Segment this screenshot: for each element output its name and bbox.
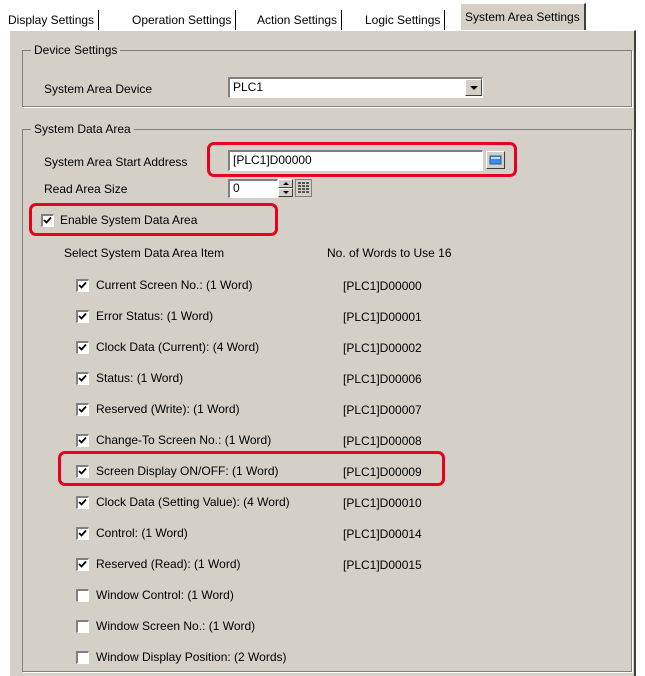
item-label[interactable]: Window Display Position: (2 Words) bbox=[96, 650, 287, 664]
tab-display-settings[interactable]: Display Settings bbox=[4, 10, 100, 30]
item-label[interactable]: Change-To Screen No.: (1 Word) bbox=[96, 433, 271, 447]
item-address: [PLC1]D00009 bbox=[343, 465, 422, 479]
item-address: [PLC1]D00015 bbox=[343, 558, 422, 572]
item-label[interactable]: Window Screen No.: (1 Word) bbox=[96, 619, 255, 633]
item-checkbox[interactable] bbox=[76, 496, 89, 509]
item-checkbox[interactable] bbox=[76, 589, 89, 602]
item-checkbox[interactable] bbox=[76, 372, 89, 385]
tab-action-settings[interactable]: Action Settings bbox=[253, 10, 343, 30]
spin-up-icon[interactable] bbox=[278, 179, 293, 188]
system-area-device-label: System Area Device bbox=[44, 82, 153, 96]
item-address: [PLC1]D00014 bbox=[343, 527, 422, 541]
tab-operation-settings[interactable]: Operation Settings bbox=[128, 10, 237, 30]
item-label[interactable]: Reserved (Write): (1 Word) bbox=[96, 402, 240, 416]
enable-system-data-area-label[interactable]: Enable System Data Area bbox=[60, 212, 197, 228]
item-checkbox[interactable] bbox=[76, 434, 89, 447]
read-area-size-spinner[interactable] bbox=[278, 179, 293, 198]
item-checkbox[interactable] bbox=[76, 465, 89, 478]
item-address: [PLC1]D00007 bbox=[343, 403, 422, 417]
item-checkbox[interactable] bbox=[76, 651, 89, 664]
tab-bar: Display Settings Operation Settings Acti… bbox=[0, 0, 645, 30]
item-checkbox[interactable] bbox=[76, 403, 89, 416]
item-address: [PLC1]D00006 bbox=[343, 372, 422, 386]
item-address: [PLC1]D00001 bbox=[343, 310, 422, 324]
item-checkbox[interactable] bbox=[76, 279, 89, 292]
system-data-area-title: System Data Area bbox=[31, 122, 134, 136]
item-address: [PLC1]D00008 bbox=[343, 434, 422, 448]
enable-system-data-area-checkbox[interactable] bbox=[41, 214, 54, 227]
item-label[interactable]: Window Control: (1 Word) bbox=[96, 588, 234, 602]
settings-panel: Device Settings System Area Device PLC1 … bbox=[9, 30, 636, 676]
system-area-device-select[interactable]: PLC1 bbox=[228, 77, 483, 98]
item-label[interactable]: Screen Display ON/OFF: (1 Word) bbox=[96, 464, 278, 478]
select-item-header: Select System Data Area Item bbox=[64, 246, 225, 260]
item-address: [PLC1]D00002 bbox=[343, 341, 422, 355]
item-address: [PLC1]D00010 bbox=[343, 496, 422, 510]
item-label[interactable]: Status: (1 Word) bbox=[96, 371, 183, 385]
start-address-label: System Area Start Address bbox=[44, 155, 188, 169]
item-label[interactable]: Reserved (Read): (1 Word) bbox=[96, 557, 241, 571]
spin-down-icon[interactable] bbox=[278, 188, 293, 197]
item-address: [PLC1]D00000 bbox=[343, 279, 422, 293]
chevron-down-icon[interactable] bbox=[465, 79, 482, 96]
system-area-device-value: PLC1 bbox=[233, 80, 264, 94]
item-label[interactable]: Current Screen No.: (1 Word) bbox=[96, 278, 253, 292]
read-area-size-input[interactable]: 0 bbox=[228, 179, 278, 198]
item-checkbox[interactable] bbox=[76, 341, 89, 354]
words-to-use-header: No. of Words to Use 16 bbox=[327, 246, 452, 260]
calculator-icon[interactable] bbox=[295, 179, 312, 197]
tab-logic-settings[interactable]: Logic Settings bbox=[361, 10, 446, 30]
item-checkbox[interactable] bbox=[76, 558, 89, 571]
tab-system-area-settings[interactable]: System Area Settings bbox=[460, 3, 586, 30]
start-address-input[interactable]: [PLC1]D00000 bbox=[228, 150, 483, 171]
item-label[interactable]: Clock Data (Current): (4 Word) bbox=[96, 340, 259, 354]
item-label[interactable]: Clock Data (Setting Value): (4 Word) bbox=[96, 495, 290, 509]
item-label[interactable]: Control: (1 Word) bbox=[96, 526, 188, 540]
item-checkbox[interactable] bbox=[76, 527, 89, 540]
item-checkbox[interactable] bbox=[76, 620, 89, 633]
item-label[interactable]: Error Status: (1 Word) bbox=[96, 309, 213, 323]
keypad-icon[interactable] bbox=[486, 151, 505, 169]
item-checkbox[interactable] bbox=[76, 310, 89, 323]
read-area-size-label: Read Area Size bbox=[44, 182, 128, 196]
device-settings-title: Device Settings bbox=[31, 43, 121, 57]
